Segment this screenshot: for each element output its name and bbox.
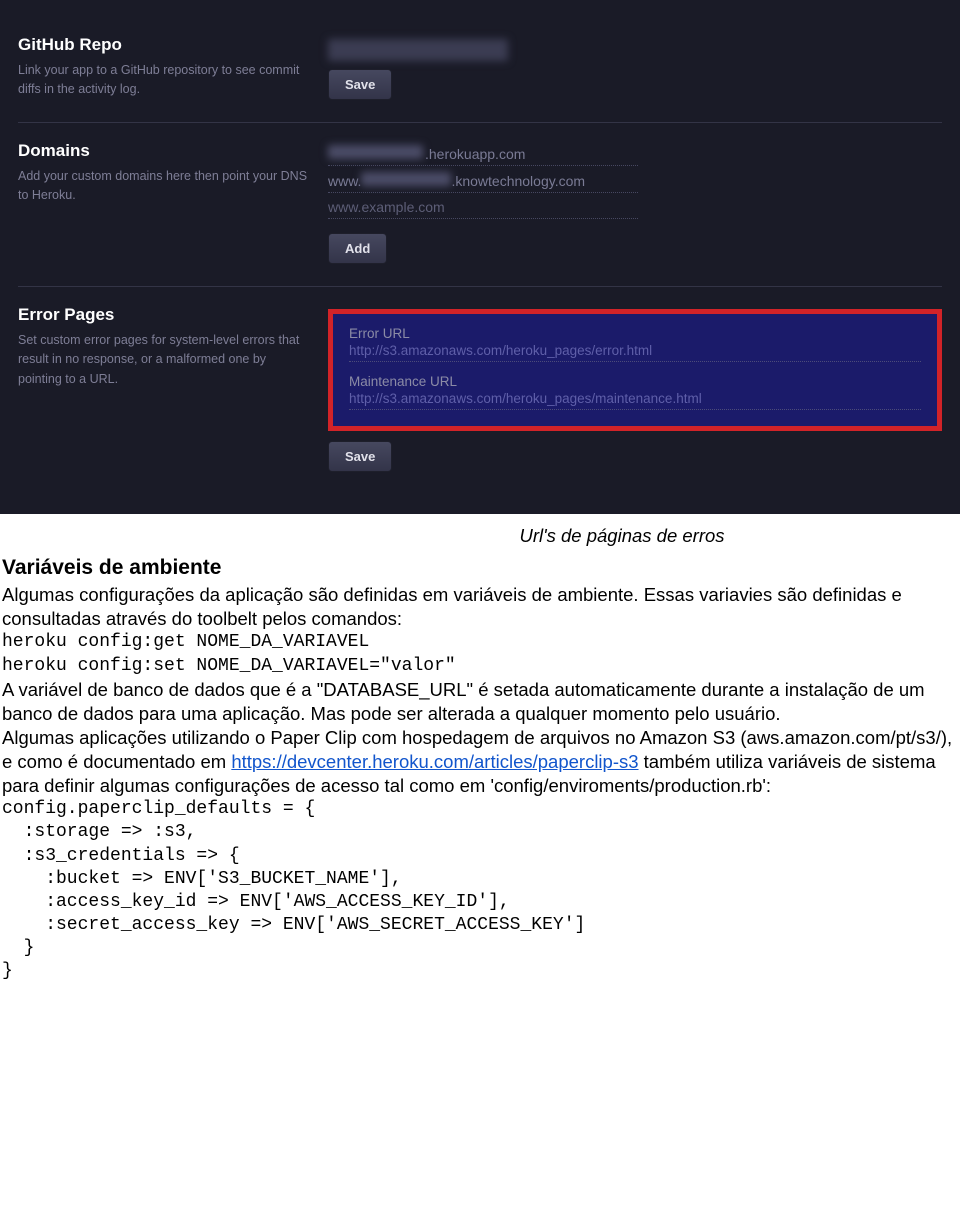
github-repo-input-blurred[interactable] (328, 39, 508, 61)
section-domains-right: .herokuapp.com www. .knowtechnology.com … (328, 141, 942, 264)
domain-1-suffix: .herokuapp.com (425, 146, 525, 162)
github-desc: Link your app to a GitHub repository to … (18, 61, 308, 100)
section-error-left: Error Pages Set custom error pages for s… (18, 305, 328, 389)
github-title: GitHub Repo (18, 35, 308, 55)
maintenance-url-input[interactable]: http://s3.amazonaws.com/heroku_pages/mai… (349, 391, 921, 410)
domain-2-suffix: .knowtechnology.com (451, 173, 585, 189)
error-url-input[interactable]: http://s3.amazonaws.com/heroku_pages/err… (349, 343, 921, 362)
section-github-left: GitHub Repo Link your app to a GitHub re… (18, 35, 328, 100)
cmd-config-set: heroku config:set NOME_DA_VARIAVEL="valo… (2, 655, 958, 678)
domains-title: Domains (18, 141, 308, 161)
error-highlight-box: Error URL http://s3.amazonaws.com/heroku… (328, 309, 942, 431)
section-domains-left: Domains Add your custom domains here the… (18, 141, 328, 206)
blurred-text (361, 172, 451, 186)
paragraph-1: Algumas configurações da aplicação são d… (2, 583, 958, 631)
paragraph-3: Algumas aplicações utilizando o Paper Cl… (2, 726, 958, 798)
section-domains: Domains Add your custom domains here the… (18, 122, 942, 286)
error-url-label: Error URL (349, 326, 921, 341)
domain-2-prefix: www. (328, 173, 361, 189)
section-error-pages: Error Pages Set custom error pages for s… (18, 286, 942, 494)
code-paperclip-defaults: config.paperclip_defaults = { :storage =… (2, 798, 958, 982)
maintenance-url-label: Maintenance URL (349, 374, 921, 389)
domain-row-2: www. .knowtechnology.com (328, 172, 638, 193)
domain-row-1: .herokuapp.com (328, 145, 638, 166)
paragraph-2: A variável de banco de dados que é a "DA… (2, 678, 958, 726)
error-save-button[interactable]: Save (328, 441, 392, 472)
domain-add-input[interactable]: www.example.com (328, 199, 638, 219)
domain-add-button[interactable]: Add (328, 233, 387, 264)
error-save-wrap: Save (328, 441, 942, 472)
link-devcenter[interactable]: https://devcenter.heroku.com/articles/pa… (231, 751, 638, 772)
section-github-right: Save (328, 35, 942, 100)
figure-caption: Url's de páginas de erros (262, 524, 960, 548)
section-github: GitHub Repo Link your app to a GitHub re… (18, 10, 942, 122)
heading-variaveis: Variáveis de ambiente (2, 554, 958, 581)
settings-panel: GitHub Repo Link your app to a GitHub re… (0, 0, 960, 514)
error-title: Error Pages (18, 305, 308, 325)
document-body: Url's de páginas de erros Variáveis de a… (0, 514, 960, 1013)
blurred-text (328, 145, 423, 159)
section-error-right: Error URL http://s3.amazonaws.com/heroku… (328, 305, 942, 472)
cmd-config-get: heroku config:get NOME_DA_VARIAVEL (2, 631, 958, 654)
domains-desc: Add your custom domains here then point … (18, 167, 308, 206)
github-save-button[interactable]: Save (328, 69, 392, 100)
error-desc: Set custom error pages for system-level … (18, 331, 308, 389)
